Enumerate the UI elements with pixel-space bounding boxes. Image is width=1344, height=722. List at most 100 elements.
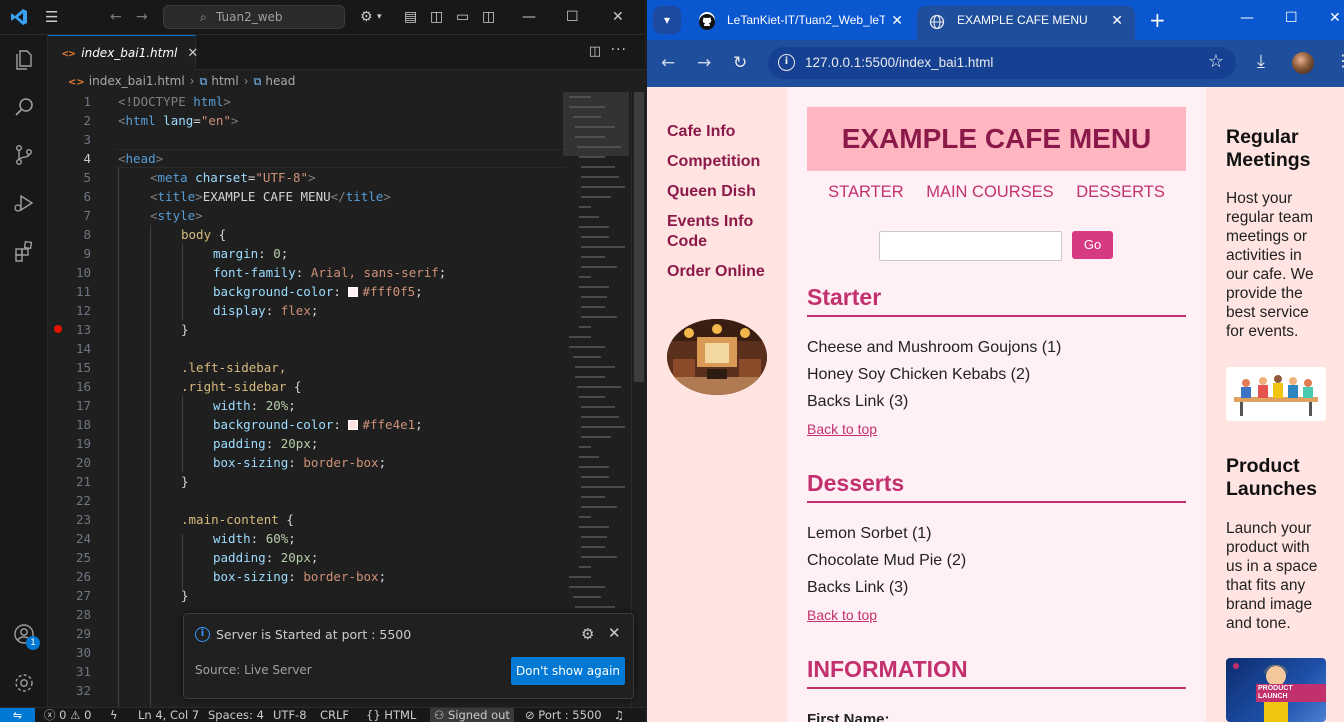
section-heading-desserts: Desserts — [807, 470, 1186, 503]
nav-link-starter[interactable]: STARTER — [828, 183, 903, 201]
minimap-line — [581, 186, 625, 188]
breadcrumb-file[interactable]: index_bai1.html — [89, 74, 185, 88]
minimap-line — [569, 336, 591, 338]
extensions-icon[interactable] — [0, 227, 48, 275]
back-to-top-link[interactable]: Back to top — [807, 420, 877, 438]
more-actions-icon[interactable]: ··· — [611, 42, 627, 58]
browser-tab-cafe-menu[interactable]: EXAMPLE CAFE MENU ✕ — [917, 6, 1135, 40]
minimap-line — [575, 136, 605, 138]
new-tab-plus-icon[interactable]: + — [1149, 8, 1166, 32]
code-line: .left-sidebar, — [181, 360, 287, 375]
manage-gear-icon[interactable] — [0, 659, 48, 707]
nav-link-cafe-info[interactable]: Cafe Info — [667, 122, 777, 142]
code-line: background-color: #ffe4e1; — [213, 417, 423, 432]
tab-index-bai1[interactable]: <> index_bai1.html ✕ — [48, 35, 198, 70]
language-status[interactable]: {} HTML — [366, 708, 416, 722]
address-bar[interactable]: i 127.0.0.1:5500/index_bai1.html ☆ — [768, 47, 1236, 79]
close-icon[interactable]: ✕ — [187, 46, 198, 61]
chevron-down-icon[interactable]: ▾ — [377, 9, 382, 25]
eol-status[interactable]: CRLF — [320, 708, 349, 722]
browser-tab-strip: ▾ LeTanKiet-IT/Tuan2_Web_leTa ✕ EXAMPLE … — [647, 0, 1344, 40]
breakpoint-icon[interactable] — [54, 325, 62, 333]
back-arrow-icon[interactable]: ← — [661, 53, 675, 73]
encoding-status[interactable]: UTF-8 — [273, 708, 307, 722]
search-input[interactable] — [879, 231, 1062, 261]
reload-icon[interactable]: ↻ — [733, 53, 747, 73]
toggle-panel-icon[interactable]: ▭ — [456, 9, 469, 25]
nav-link-queen-dish[interactable]: Queen Dish — [667, 182, 777, 202]
minimap-line — [581, 306, 605, 308]
browser-tab-github[interactable]: LeTanKiet-IT/Tuan2_Web_leTa ✕ — [687, 6, 915, 40]
layout-icon[interactable]: ▤ — [404, 9, 417, 25]
download-icon[interactable]: ⤓ — [1257, 51, 1265, 72]
nav-link-events-info-code[interactable]: Events Info Code — [667, 212, 777, 252]
right-sidebar: Regular Meetings Host your regular team … — [1206, 87, 1344, 722]
color-swatch[interactable] — [348, 420, 359, 430]
command-center-search[interactable]: ⌕ Tuan2_web — [163, 5, 345, 29]
close-icon[interactable]: ✕ — [608, 624, 621, 642]
line-number: 4 — [83, 151, 91, 166]
tab-search-chevron-icon[interactable]: ▾ — [653, 6, 681, 34]
problems-status[interactable]: ⓧ 0 ⚠ 0 — [44, 708, 91, 722]
minimize-icon[interactable]: — — [522, 9, 536, 25]
minimap-line — [581, 496, 605, 498]
nav-link-competition[interactable]: Competition — [667, 152, 777, 172]
minimap-line — [579, 216, 599, 218]
back-arrow-icon[interactable]: ← — [110, 9, 122, 25]
close-window-icon[interactable]: ✕ — [612, 9, 624, 25]
source-control-icon[interactable] — [0, 131, 48, 179]
run-debug-icon[interactable] — [0, 179, 48, 227]
gear-icon[interactable]: ⚙ — [581, 625, 594, 643]
profile-avatar[interactable] — [1292, 52, 1314, 74]
minimap-line — [581, 416, 619, 418]
breadcrumb-html[interactable]: html — [211, 74, 238, 88]
url-text[interactable]: 127.0.0.1:5500/index_bai1.html — [805, 47, 993, 79]
dont-show-again-button[interactable]: Don't show again — [511, 657, 625, 685]
minimap-line — [573, 596, 601, 598]
code-line: font-family: Arial, sans-serif; — [213, 265, 447, 280]
maximize-icon[interactable]: ☐ — [566, 9, 579, 25]
bookmark-star-icon[interactable]: ☆ — [1208, 51, 1224, 73]
line-number: 27 — [75, 588, 91, 603]
forward-arrow-icon[interactable]: → — [697, 53, 711, 73]
activity-bar: 1 — [0, 35, 48, 707]
copilot-icon[interactable]: ⚙ — [360, 9, 373, 25]
current-line-highlight — [116, 149, 566, 168]
nav-link-order-online[interactable]: Order Online — [667, 262, 777, 282]
kebab-menu-icon[interactable]: ⋮ — [1335, 51, 1344, 70]
line-number: 5 — [83, 170, 91, 185]
breadcrumb-head[interactable]: head — [265, 74, 295, 88]
nav-link-main-courses[interactable]: MAIN COURSES — [926, 183, 1053, 201]
close-tab-icon[interactable]: ✕ — [891, 6, 903, 34]
lightning-icon[interactable]: ϟ — [110, 708, 118, 722]
minimap-line — [579, 226, 609, 228]
close-tab-icon[interactable]: ✕ — [1111, 6, 1123, 34]
back-to-top-link[interactable]: Back to top — [807, 606, 877, 624]
toggle-sidebar-icon[interactable]: ◫ — [430, 9, 443, 25]
nav-link-desserts[interactable]: DESSERTS — [1076, 183, 1165, 201]
toggle-secondary-sidebar-icon[interactable]: ◫ — [482, 9, 495, 25]
minimize-icon[interactable]: — — [1240, 10, 1254, 26]
search-icon[interactable] — [0, 83, 48, 131]
go-button[interactable]: Go — [1072, 231, 1113, 259]
account-status[interactable]: ⚇ Signed out — [430, 708, 514, 722]
close-window-icon[interactable]: ✕ — [1329, 10, 1341, 26]
remote-indicator-icon[interactable]: ⇋ — [0, 708, 35, 722]
site-info-icon[interactable]: i — [778, 54, 795, 71]
minimap-line — [581, 476, 609, 478]
notifications-bell-icon[interactable]: ♫ — [614, 708, 624, 722]
minimap-line — [579, 516, 591, 518]
breadcrumb: <> index_bai1.html › ⧉ html › ⧉ head — [48, 70, 645, 92]
maximize-icon[interactable]: ☐ — [1285, 10, 1298, 26]
menu-item: Cheese and Mushroom Goujons (1) — [807, 339, 1062, 356]
explorer-icon[interactable] — [0, 35, 48, 83]
forward-arrow-icon[interactable]: → — [136, 9, 148, 25]
accounts-icon[interactable]: 1 — [0, 610, 48, 658]
menu-icon[interactable]: ☰ — [45, 9, 58, 25]
cursor-position[interactable]: Ln 4, Col 7 — [138, 708, 199, 722]
indentation-status[interactable]: Spaces: 4 — [208, 708, 264, 722]
color-swatch[interactable] — [348, 287, 359, 297]
scrollbar-thumb[interactable] — [634, 92, 644, 382]
split-editor-icon[interactable]: ◫ — [589, 44, 601, 59]
live-server-port[interactable]: ⊘ Port : 5500 — [525, 708, 602, 722]
